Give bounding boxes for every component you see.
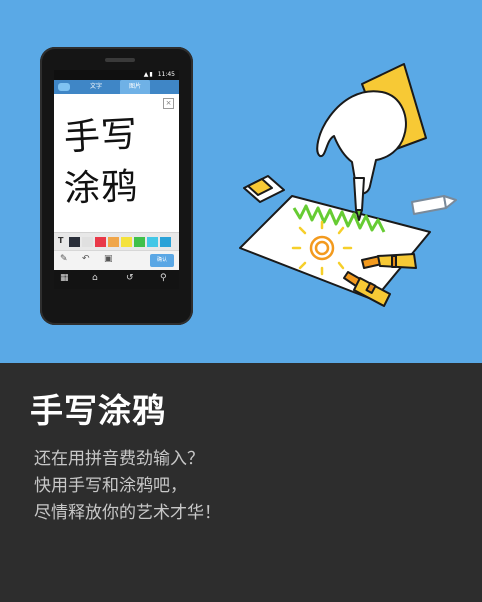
description-line: 还在用拼音费劲输入？ (34, 449, 204, 469)
description-line: 尽情释放你的艺术才华！ (34, 503, 221, 523)
eraser (243, 175, 285, 203)
feature-description: 还在用拼音费劲输入？ 快用手写和涂鸦吧， 尽情释放你的艺术才华！ (34, 446, 221, 527)
feature-title: 手写涂鸦 (30, 391, 166, 430)
paper-sheet (239, 195, 431, 301)
feature-card: ▲▮ 11:45 文字 图片 × 手写 涂鸦 T ✎ ↶ ▣ 确认 ▦ ⌂ ↺ … (0, 0, 482, 602)
drawing-illustration (239, 63, 457, 307)
hero-illustration: ▲▮ 11:45 文字 图片 × 手写 涂鸦 T ✎ ↶ ▣ 确认 ▦ ⌂ ↺ … (0, 0, 482, 363)
white-crayon (411, 195, 457, 215)
description-panel: 手写涂鸦 还在用拼音费劲输入？ 快用手写和涂鸦吧， 尽情释放你的艺术才华！ (0, 363, 482, 602)
description-line: 快用手写和涂鸦吧， (34, 476, 187, 496)
